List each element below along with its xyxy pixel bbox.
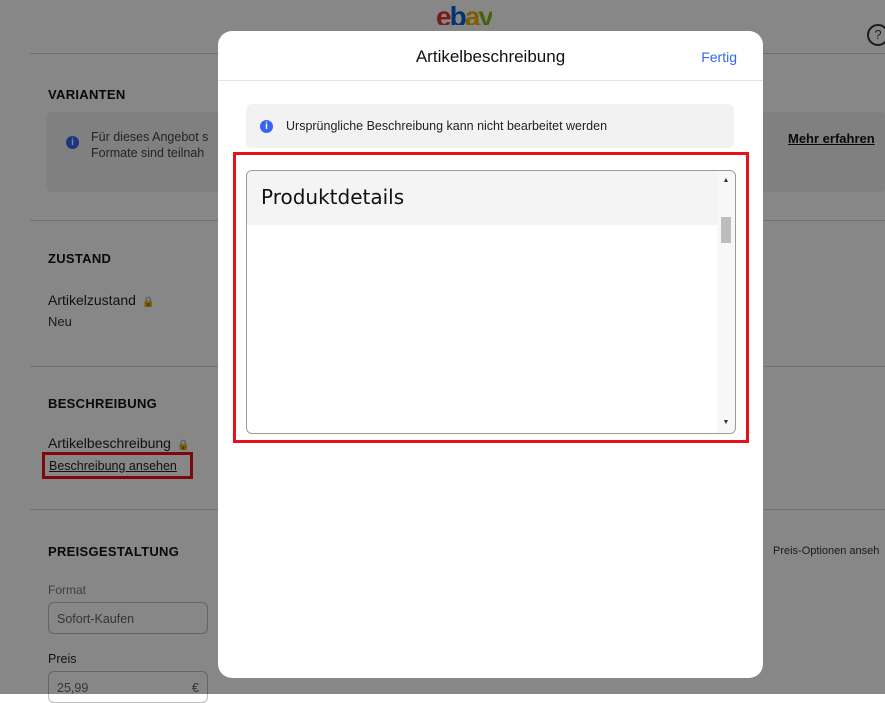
scroll-up-arrow-icon[interactable]: ▲ (717, 173, 735, 189)
scrollbar-thumb[interactable] (721, 217, 731, 243)
readonly-notice: i Ursprüngliche Beschreibung kann nicht … (246, 104, 734, 148)
description-content-frame[interactable]: Produktdetails ▲ ▼ (246, 170, 736, 434)
done-button[interactable]: Fertig (701, 49, 737, 65)
description-heading-band: Produktdetails (247, 171, 717, 225)
scroll-down-arrow-icon[interactable]: ▼ (717, 415, 735, 431)
modal-title: Artikelbeschreibung (415, 47, 566, 66)
scrollbar[interactable]: ▲ ▼ (717, 171, 735, 433)
info-icon: i (260, 120, 273, 133)
modal-header-divider (218, 80, 763, 81)
description-modal: Artikelbeschreibung Fertig i Ursprünglic… (218, 31, 763, 678)
notice-text: Ursprüngliche Beschreibung kann nicht be… (286, 119, 608, 133)
description-heading: Produktdetails (261, 185, 405, 209)
